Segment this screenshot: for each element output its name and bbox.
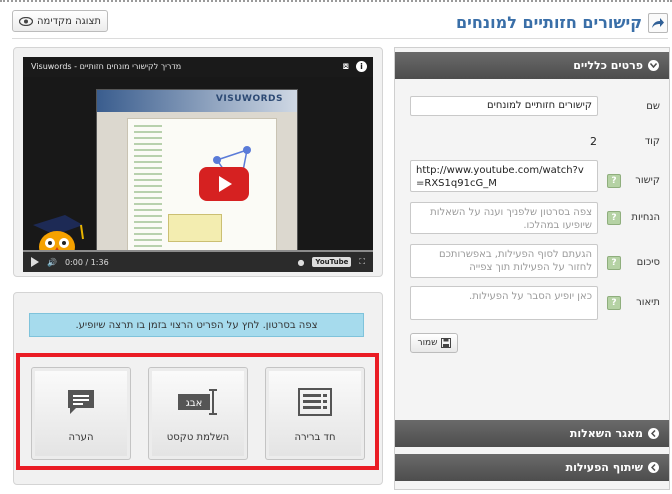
- floppy-disk-icon: [440, 338, 451, 348]
- chevron-down-icon: [648, 60, 659, 71]
- play-overlay-button[interactable]: [199, 167, 249, 201]
- text-cursor-icon: אבג: [178, 389, 217, 415]
- eye-icon: [19, 16, 34, 26]
- svg-text:אבג: אבג: [186, 398, 203, 409]
- tool-comment-button[interactable]: הערה: [31, 367, 131, 460]
- description-input[interactable]: כאן יופיע הסבר על הפעילות.: [410, 286, 598, 320]
- link-input[interactable]: http://www.youtube.com/watch?v=RXS1q91cG…: [410, 160, 598, 192]
- tool-label: השלמת טקסט: [166, 432, 230, 443]
- instruction-hint: צפה בסרטון. לחץ על הפריט הרצוי בזמן בו ת…: [29, 313, 364, 337]
- question-bank-label: מאגר השאלות: [569, 427, 643, 440]
- video-title: Visuwords - מדריך לקישורי מונחים חזותיים: [31, 62, 182, 71]
- summary-input[interactable]: הגעתם לסוף הפעילות, באפשרותכם לחזור על ה…: [410, 244, 598, 278]
- thumbnail-note: [168, 214, 222, 242]
- instructions-label: הנחיות: [631, 212, 660, 223]
- chevron-left-icon: [648, 462, 659, 473]
- settings-icon[interactable]: ●: [297, 258, 304, 267]
- tool-label: חד ברירה: [294, 432, 336, 443]
- list-icon: [298, 388, 332, 416]
- tool-fill-text-button[interactable]: אבג השלמת טקסט: [148, 367, 248, 460]
- video-stage: VISUWORDS: [23, 77, 373, 267]
- general-details-header[interactable]: פרטים כלליים: [395, 52, 669, 79]
- code-value: 2: [590, 135, 597, 148]
- comment-icon: [68, 390, 94, 414]
- info-icon[interactable]: i: [356, 61, 367, 72]
- description-label: תיאור: [636, 297, 660, 308]
- visuwords-logo: VISUWORDS: [215, 94, 283, 104]
- header-divider: [12, 38, 668, 39]
- help-icon[interactable]: ?: [607, 174, 621, 188]
- tool-label: הערה: [68, 432, 94, 443]
- tool-multiple-choice-button[interactable]: חד ברירה: [265, 367, 365, 460]
- video-controls: 🔊 0:00 / 1:36 ● YouTube ⛶: [23, 250, 373, 272]
- instructions-input[interactable]: צפה בסרטון שלפניך וענה על השאלות שיופיעו…: [410, 202, 598, 234]
- code-label: קוד: [644, 136, 660, 147]
- share-activity-header[interactable]: שיתוף הפעילות: [395, 454, 669, 481]
- share-arrow-icon[interactable]: [648, 13, 668, 33]
- top-dotted-border: [0, 0, 672, 6]
- save-button[interactable]: שמור: [410, 333, 458, 353]
- share-icon[interactable]: ⧇: [343, 61, 349, 72]
- play-icon[interactable]: [31, 257, 39, 267]
- summary-label: סיכום: [636, 257, 660, 268]
- help-icon[interactable]: ?: [607, 296, 621, 310]
- name-input[interactable]: קישורים חזותיים למונחים: [410, 96, 598, 116]
- help-icon[interactable]: ?: [607, 211, 621, 225]
- fullscreen-icon[interactable]: ⛶: [359, 257, 365, 267]
- video-thumbnail: VISUWORDS: [96, 89, 298, 259]
- video-time: 0:00 / 1:36: [64, 257, 109, 267]
- page-title: קישורים חזותיים למונחים: [456, 13, 642, 32]
- preview-label: תצוגה מקדימה: [37, 15, 101, 27]
- share-activity-label: שיתוף הפעילות: [565, 461, 643, 474]
- general-details-label: פרטים כלליים: [573, 59, 643, 72]
- video-top-icons: ⧇ i: [343, 61, 367, 72]
- video-player[interactable]: Visuwords - מדריך לקישורי מונחים חזותיים…: [23, 57, 373, 272]
- save-label: שמור: [417, 338, 438, 348]
- help-icon[interactable]: ?: [607, 256, 621, 270]
- name-label: שם: [646, 101, 660, 112]
- thumbnail-word-list: [134, 125, 162, 247]
- question-bank-header[interactable]: מאגר השאלות: [395, 420, 669, 447]
- chevron-left-icon: [648, 428, 659, 439]
- preview-button[interactable]: תצוגה מקדימה: [12, 10, 108, 32]
- volume-icon[interactable]: 🔊: [47, 258, 57, 267]
- youtube-logo[interactable]: YouTube: [312, 257, 352, 267]
- link-label: קישור: [635, 175, 660, 186]
